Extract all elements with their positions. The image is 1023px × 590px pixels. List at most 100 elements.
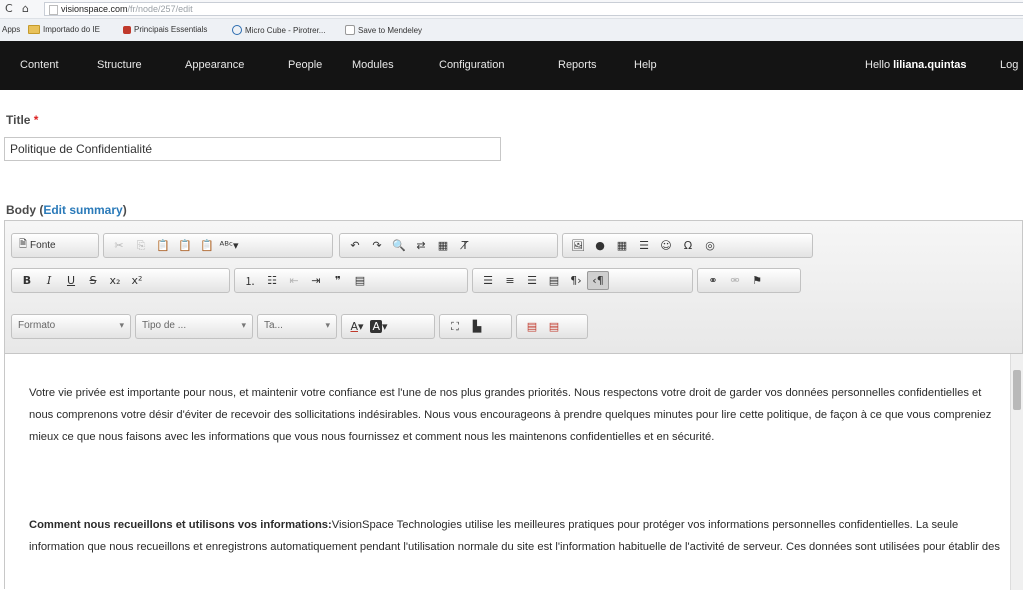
indent-icon[interactable]: ⇥ bbox=[305, 271, 327, 290]
rich-text-editor: 🗎 Fonte ✂ ⎘ 📋 📋 📋 ᴬᴮᶜ▾ ↶ ↷ 🔍 ⇄ ▦ T̸ 🖼 ● ▦… bbox=[4, 220, 1023, 590]
paste-word-icon[interactable]: 📋 bbox=[196, 236, 218, 255]
replace-icon[interactable]: ⇄ bbox=[410, 236, 432, 255]
admin-menu-help[interactable]: Help bbox=[634, 59, 657, 71]
folder-icon bbox=[28, 25, 40, 34]
admin-menu-appearance[interactable]: Appearance bbox=[185, 59, 244, 71]
rtl-icon[interactable]: ‹¶ bbox=[587, 271, 609, 290]
home-icon[interactable]: ⌂ bbox=[22, 2, 29, 15]
anchor-flag-icon[interactable]: ⚑ bbox=[746, 271, 768, 290]
scrollbar-thumb[interactable] bbox=[1013, 370, 1021, 410]
toolbar-group-editing: ↶ ↷ 🔍 ⇄ ▦ T̸ bbox=[339, 233, 558, 258]
admin-menu-structure[interactable]: Structure bbox=[97, 59, 142, 71]
toolbar-group-paragraph: ⒈ ☷ ⇤ ⇥ ❞ ▤ bbox=[234, 268, 468, 293]
required-mark: * bbox=[33, 113, 39, 127]
align-center-icon[interactable]: ≡ bbox=[499, 271, 521, 290]
div-container-icon[interactable]: ▤ bbox=[349, 271, 371, 290]
paste-icon[interactable]: 📋 bbox=[152, 236, 174, 255]
admin-toolbar: Content Structure Appearance People Modu… bbox=[0, 41, 1023, 90]
bold-icon[interactable]: B bbox=[16, 271, 38, 290]
align-justify-icon[interactable]: ▤ bbox=[543, 271, 565, 290]
align-right-icon[interactable]: ☰ bbox=[521, 271, 543, 290]
admin-menu-configuration[interactable]: Configuration bbox=[439, 59, 504, 71]
body-paragraph: Votre vie privée est importante pour nou… bbox=[29, 387, 992, 443]
show-blocks-icon[interactable]: ▙ bbox=[466, 317, 488, 336]
special-char-icon[interactable]: Ω bbox=[677, 236, 699, 255]
italic-icon[interactable]: I bbox=[38, 271, 60, 290]
copy-icon[interactable]: ⎘ bbox=[130, 236, 152, 255]
underline-icon[interactable]: U bbox=[60, 271, 82, 290]
remove-format-icon[interactable]: T̸ bbox=[454, 236, 476, 255]
toolbar-group-templates: ▤ ▤ bbox=[516, 314, 588, 339]
maximize-icon[interactable]: ⛶ bbox=[444, 317, 466, 336]
select-all-icon[interactable]: ▦ bbox=[432, 236, 454, 255]
editor-toolbar: 🗎 Fonte ✂ ⎘ 📋 📋 📋 ᴬᴮᶜ▾ ↶ ↷ 🔍 ⇄ ▦ T̸ 🖼 ● ▦… bbox=[5, 221, 1022, 354]
ltr-icon[interactable]: ¶› bbox=[565, 271, 587, 290]
admin-username: liliana.quintas bbox=[893, 59, 967, 71]
redo-icon[interactable]: ↷ bbox=[366, 236, 388, 255]
body-label: Body (Edit summary) bbox=[6, 203, 127, 217]
bookmark-micro-cube[interactable]: Micro Cube - Pirotrer... bbox=[232, 25, 325, 35]
text-color-icon[interactable]: A ▾ bbox=[346, 317, 368, 336]
toolbar-group-source: 🗎 Fonte bbox=[11, 233, 99, 258]
link-icon[interactable]: ⚭ bbox=[702, 271, 724, 290]
smiley-icon[interactable]: ☺ bbox=[655, 236, 677, 255]
url-host: visionspace.com bbox=[61, 4, 128, 14]
subscript-icon[interactable]: x₂ bbox=[104, 271, 126, 290]
superscript-icon[interactable]: x² bbox=[126, 271, 148, 290]
spellcheck-icon[interactable]: ᴬᴮᶜ▾ bbox=[218, 236, 240, 255]
source-button[interactable]: 🗎 Fonte bbox=[16, 236, 59, 255]
body-heading: Comment nous recueillons et utilisons vo… bbox=[29, 519, 332, 531]
bookmarks-bar: Apps Importado do IE Principais Essentia… bbox=[0, 19, 1023, 42]
flash-icon[interactable]: ● bbox=[589, 236, 611, 255]
browser-address-bar: C ⌂ visionspace.com/fr/node/257/edit bbox=[0, 0, 1023, 19]
toolbar-group-clipboard: ✂ ⎘ 📋 📋 📋 ᴬᴮᶜ▾ bbox=[103, 233, 333, 258]
strike-icon[interactable]: S bbox=[82, 271, 104, 290]
admin-menu-people[interactable]: People bbox=[288, 59, 322, 71]
document-icon: 🗎 bbox=[19, 239, 28, 250]
paste-text-icon[interactable]: 📋 bbox=[174, 236, 196, 255]
chevron-down-icon: ▾ bbox=[325, 320, 330, 330]
bookmark-mendeley[interactable]: Save to Mendeley bbox=[345, 25, 422, 35]
editor-scrollbar[interactable] bbox=[1010, 354, 1023, 590]
title-label: Title * bbox=[6, 113, 39, 127]
font-size-select[interactable]: Ta... ▾ bbox=[257, 314, 337, 339]
bookmark-principais[interactable]: Principais Essentials bbox=[123, 25, 207, 34]
toolbar-group-links: ⚭ ⚮ ⚑ bbox=[697, 268, 801, 293]
cut-icon[interactable]: ✂ bbox=[108, 236, 130, 255]
bulleted-list-icon[interactable]: ☷ bbox=[261, 271, 283, 290]
outdent-icon[interactable]: ⇤ bbox=[283, 271, 305, 290]
edit-summary-link[interactable]: Edit summary bbox=[43, 203, 122, 217]
table-icon[interactable]: ▦ bbox=[611, 236, 633, 255]
reload-icon[interactable]: C bbox=[5, 2, 13, 15]
unlink-icon[interactable]: ⚮ bbox=[724, 271, 746, 290]
template-icon[interactable]: ▤ bbox=[521, 317, 543, 336]
image-icon[interactable]: 🖼 bbox=[567, 236, 589, 255]
admin-menu-content[interactable]: Content bbox=[20, 59, 59, 71]
align-left-icon[interactable]: ☰ bbox=[477, 271, 499, 290]
editor-content[interactable]: Votre vie privée est importante pour nou… bbox=[5, 354, 1010, 590]
toolbar-group-align: ☰ ≡ ☰ ▤ ¶› ‹¶ bbox=[472, 268, 693, 293]
chevron-down-icon: ▾ bbox=[119, 320, 124, 330]
horizontal-rule-icon[interactable]: ☰ bbox=[633, 236, 655, 255]
bookmark-folder-importado[interactable]: Importado do IE bbox=[28, 25, 100, 34]
template-icon[interactable]: ▤ bbox=[543, 317, 565, 336]
url-field[interactable]: visionspace.com/fr/node/257/edit bbox=[44, 2, 1023, 16]
format-select[interactable]: Formato ▾ bbox=[11, 314, 131, 339]
iframe-icon[interactable]: ◎ bbox=[699, 236, 721, 255]
page-icon bbox=[49, 5, 58, 15]
toolbar-group-basicstyles: B I U S x₂ x² bbox=[11, 268, 230, 293]
bookmark-apps[interactable]: Apps bbox=[2, 25, 20, 34]
find-icon[interactable]: 🔍 bbox=[388, 236, 410, 255]
numbered-list-icon[interactable]: ⒈ bbox=[239, 271, 261, 290]
admin-menu-modules[interactable]: Modules bbox=[352, 59, 394, 71]
admin-menu-reports[interactable]: Reports bbox=[558, 59, 597, 71]
blockquote-icon[interactable]: ❞ bbox=[327, 271, 349, 290]
body-paragraph: Comment nous recueillons et utilisons vo… bbox=[29, 519, 1000, 553]
style-select[interactable]: Tipo de ... ▾ bbox=[135, 314, 253, 339]
undo-icon[interactable]: ↶ bbox=[344, 236, 366, 255]
admin-user-greeting[interactable]: Hello liliana.quintas bbox=[865, 59, 966, 71]
background-color-icon[interactable]: A ▾ bbox=[368, 317, 390, 336]
toolbar-group-insert: 🖼 ● ▦ ☰ ☺ Ω ◎ bbox=[562, 233, 813, 258]
admin-logout-link[interactable]: Log bbox=[1000, 59, 1018, 71]
title-input[interactable]: Politique de Confidentialité bbox=[4, 137, 501, 161]
